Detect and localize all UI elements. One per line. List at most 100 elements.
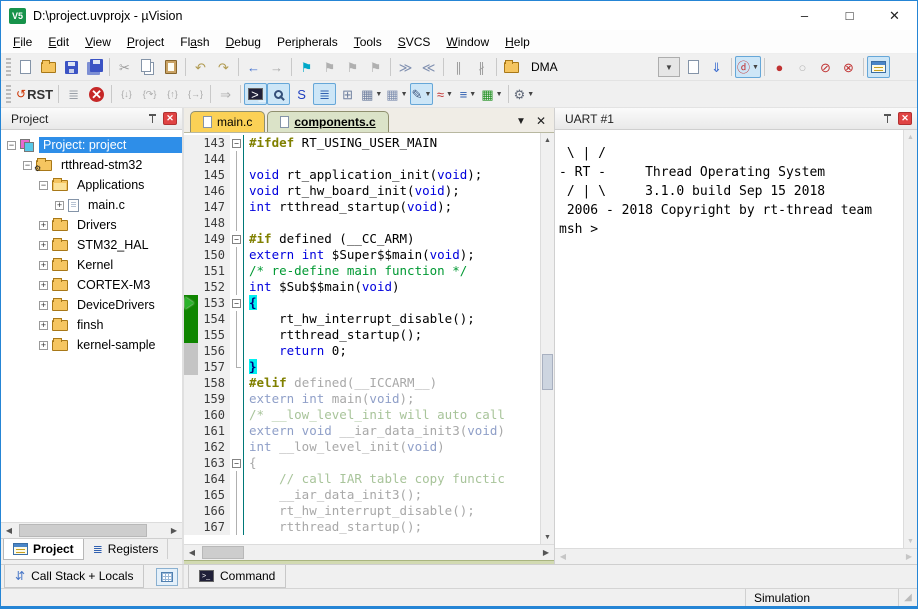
save-button[interactable] bbox=[60, 56, 83, 78]
expand-icon[interactable]: + bbox=[39, 241, 48, 250]
kill-all-breakpoints-button[interactable]: ⊗ bbox=[837, 56, 860, 78]
uart-hscrollbar[interactable]: ◀ ▶ bbox=[555, 548, 917, 564]
tree-item-cortex-m3[interactable]: +CORTEX-M3 bbox=[1, 275, 182, 295]
enable-breakpoint-button[interactable]: ○ bbox=[791, 56, 814, 78]
scroll-left-icon[interactable]: ◀ bbox=[1, 523, 17, 538]
menu-peripherals[interactable]: Peripherals bbox=[269, 32, 346, 52]
call-stack-tab[interactable]: ⇵ Call Stack + Locals bbox=[4, 565, 144, 588]
expand-icon[interactable]: + bbox=[55, 201, 64, 210]
tree-item-project-project[interactable]: −Project: project bbox=[1, 135, 182, 155]
dropdown-caret-icon[interactable]: ▼ bbox=[496, 91, 503, 98]
toolbar-grip[interactable] bbox=[6, 58, 11, 76]
command-tab[interactable]: Command bbox=[188, 565, 286, 588]
indent-left-button[interactable]: ≪ bbox=[417, 56, 440, 78]
panel-tab-registers[interactable]: ≣Registers bbox=[84, 539, 169, 559]
dropdown-caret-icon[interactable]: ▼ bbox=[752, 64, 759, 71]
paste-button[interactable] bbox=[159, 56, 182, 78]
tab-list-icon[interactable]: ▼ bbox=[516, 116, 526, 127]
resize-grip[interactable]: ◢ bbox=[899, 592, 917, 603]
tree-item-kernel[interactable]: +Kernel bbox=[1, 255, 182, 275]
menu-tools[interactable]: Tools bbox=[346, 32, 390, 52]
expand-icon[interactable]: + bbox=[39, 341, 48, 350]
expand-icon[interactable]: + bbox=[39, 221, 48, 230]
collapse-icon[interactable]: − bbox=[7, 141, 16, 150]
symbols-window-button[interactable]: S bbox=[290, 83, 313, 105]
open-file-button[interactable] bbox=[37, 56, 60, 78]
fold-collapse-icon[interactable]: − bbox=[232, 139, 241, 148]
disable-all-breakpoints-button[interactable]: ⊘ bbox=[814, 56, 837, 78]
scroll-right-icon[interactable]: ▶ bbox=[166, 523, 182, 538]
navigate-forward-button[interactable]: → bbox=[265, 56, 288, 78]
bookmark-toggle-button[interactable]: ⚑ bbox=[295, 56, 318, 78]
dropdown-caret-icon[interactable]: ▼ bbox=[527, 91, 534, 98]
insert-breakpoint-button[interactable]: ● bbox=[768, 56, 791, 78]
tree-item-stm32-hal[interactable]: +STM32_HAL bbox=[1, 235, 182, 255]
tree-item-kernel-sample[interactable]: +kernel-sample bbox=[1, 335, 182, 355]
debug-tools-menu-button[interactable]: ⚙▼ bbox=[512, 83, 537, 105]
stop-button[interactable] bbox=[85, 83, 108, 105]
scroll-thumb[interactable] bbox=[19, 524, 147, 537]
expand-icon[interactable]: + bbox=[39, 281, 48, 290]
close-document-icon[interactable]: ✕ bbox=[536, 114, 546, 128]
navigate-back-button[interactable]: ← bbox=[242, 56, 265, 78]
comment-selection-button[interactable]: ∥ bbox=[447, 56, 470, 78]
uart-terminal[interactable]: \ | /- RT - Thread Operating System / | … bbox=[555, 130, 903, 548]
bookmark-clear-all-button[interactable]: ⚑ bbox=[364, 56, 387, 78]
flash-download-button[interactable] bbox=[500, 56, 523, 78]
scroll-right-icon[interactable]: ▶ bbox=[901, 549, 917, 564]
dropdown-caret-icon[interactable]: ▼ bbox=[469, 91, 476, 98]
target-select-combo[interactable]: DMA▼ bbox=[525, 57, 680, 77]
serial-window-button[interactable]: ≣ bbox=[313, 83, 336, 105]
scroll-up-icon[interactable]: ▲ bbox=[904, 130, 917, 144]
step-out-button[interactable]: {↑} bbox=[161, 83, 184, 105]
fold-collapse-icon[interactable]: − bbox=[232, 299, 241, 308]
save-all-button[interactable] bbox=[83, 56, 106, 78]
run-button[interactable]: ≣ bbox=[62, 83, 85, 105]
minimize-button[interactable]: – bbox=[782, 1, 827, 30]
memory-windows-button[interactable]: ▦▼ bbox=[384, 83, 409, 105]
incremental-find-button[interactable]: ⇓ bbox=[705, 56, 728, 78]
dropdown-caret-icon[interactable]: ▼ bbox=[375, 91, 382, 98]
tree-item-rtthread-stm32[interactable]: −rtthread-stm32 bbox=[1, 155, 182, 175]
menu-view[interactable]: View bbox=[77, 32, 119, 52]
cut-button[interactable]: ✂ bbox=[113, 56, 136, 78]
step-button[interactable]: {↓} bbox=[115, 83, 138, 105]
scroll-down-icon[interactable]: ▼ bbox=[541, 530, 554, 544]
project-hscrollbar[interactable]: ◀ ▶ bbox=[1, 522, 182, 538]
toolbox-button[interactable]: ▦▼ bbox=[479, 83, 504, 105]
uncomment-selection-button[interactable]: ∦ bbox=[470, 56, 493, 78]
logic-analyzer-button[interactable]: ≈▼ bbox=[433, 83, 456, 105]
panel-tab-project[interactable]: Project bbox=[3, 539, 84, 560]
expand-icon[interactable]: + bbox=[39, 301, 48, 310]
dropdown-caret-icon[interactable]: ▼ bbox=[446, 91, 453, 98]
menu-window[interactable]: Window bbox=[438, 32, 497, 52]
menu-edit[interactable]: Edit bbox=[40, 32, 77, 52]
new-file-button[interactable] bbox=[14, 56, 37, 78]
tree-item-main-c[interactable]: +main.c bbox=[1, 195, 182, 215]
watch-windows-button[interactable]: ✎▼ bbox=[410, 83, 434, 105]
tree-item-finsh[interactable]: +finsh bbox=[1, 315, 182, 335]
pin-icon[interactable] bbox=[883, 113, 892, 124]
code-editor[interactable]: 143−#ifdef RT_USING_USER_MAIN144145void … bbox=[184, 133, 540, 544]
collapse-icon[interactable]: − bbox=[39, 181, 48, 190]
tree-item-drivers[interactable]: +Drivers bbox=[1, 215, 182, 235]
toolbar-grip[interactable] bbox=[6, 85, 11, 103]
trace-menu-button[interactable]: ▦▼ bbox=[359, 83, 384, 105]
editor-tab-main-c[interactable]: main.c bbox=[190, 111, 265, 132]
tree-item-applications[interactable]: −Applications bbox=[1, 175, 182, 195]
expand-icon[interactable]: + bbox=[39, 321, 48, 330]
menu-debug[interactable]: Debug bbox=[218, 32, 269, 52]
disassembly-window-button[interactable] bbox=[267, 83, 290, 105]
bookmark-prev-button[interactable]: ⚑ bbox=[318, 56, 341, 78]
tree-item-devicedrivers[interactable]: +DeviceDrivers bbox=[1, 295, 182, 315]
find-menu-button[interactable]: ⓓ▼ bbox=[735, 56, 761, 78]
command-window-button[interactable] bbox=[244, 83, 267, 105]
memory-window-button[interactable] bbox=[156, 568, 178, 586]
analysis-windows-button[interactable]: ⊞ bbox=[336, 83, 359, 105]
menu-file[interactable]: File bbox=[5, 32, 40, 52]
expand-icon[interactable]: + bbox=[39, 261, 48, 270]
menu-project[interactable]: Project bbox=[119, 32, 172, 52]
system-viewer-button[interactable]: ≡▼ bbox=[456, 83, 479, 105]
project-panel-close-icon[interactable]: ✕ bbox=[163, 112, 177, 125]
bookmark-next-button[interactable]: ⚑ bbox=[341, 56, 364, 78]
